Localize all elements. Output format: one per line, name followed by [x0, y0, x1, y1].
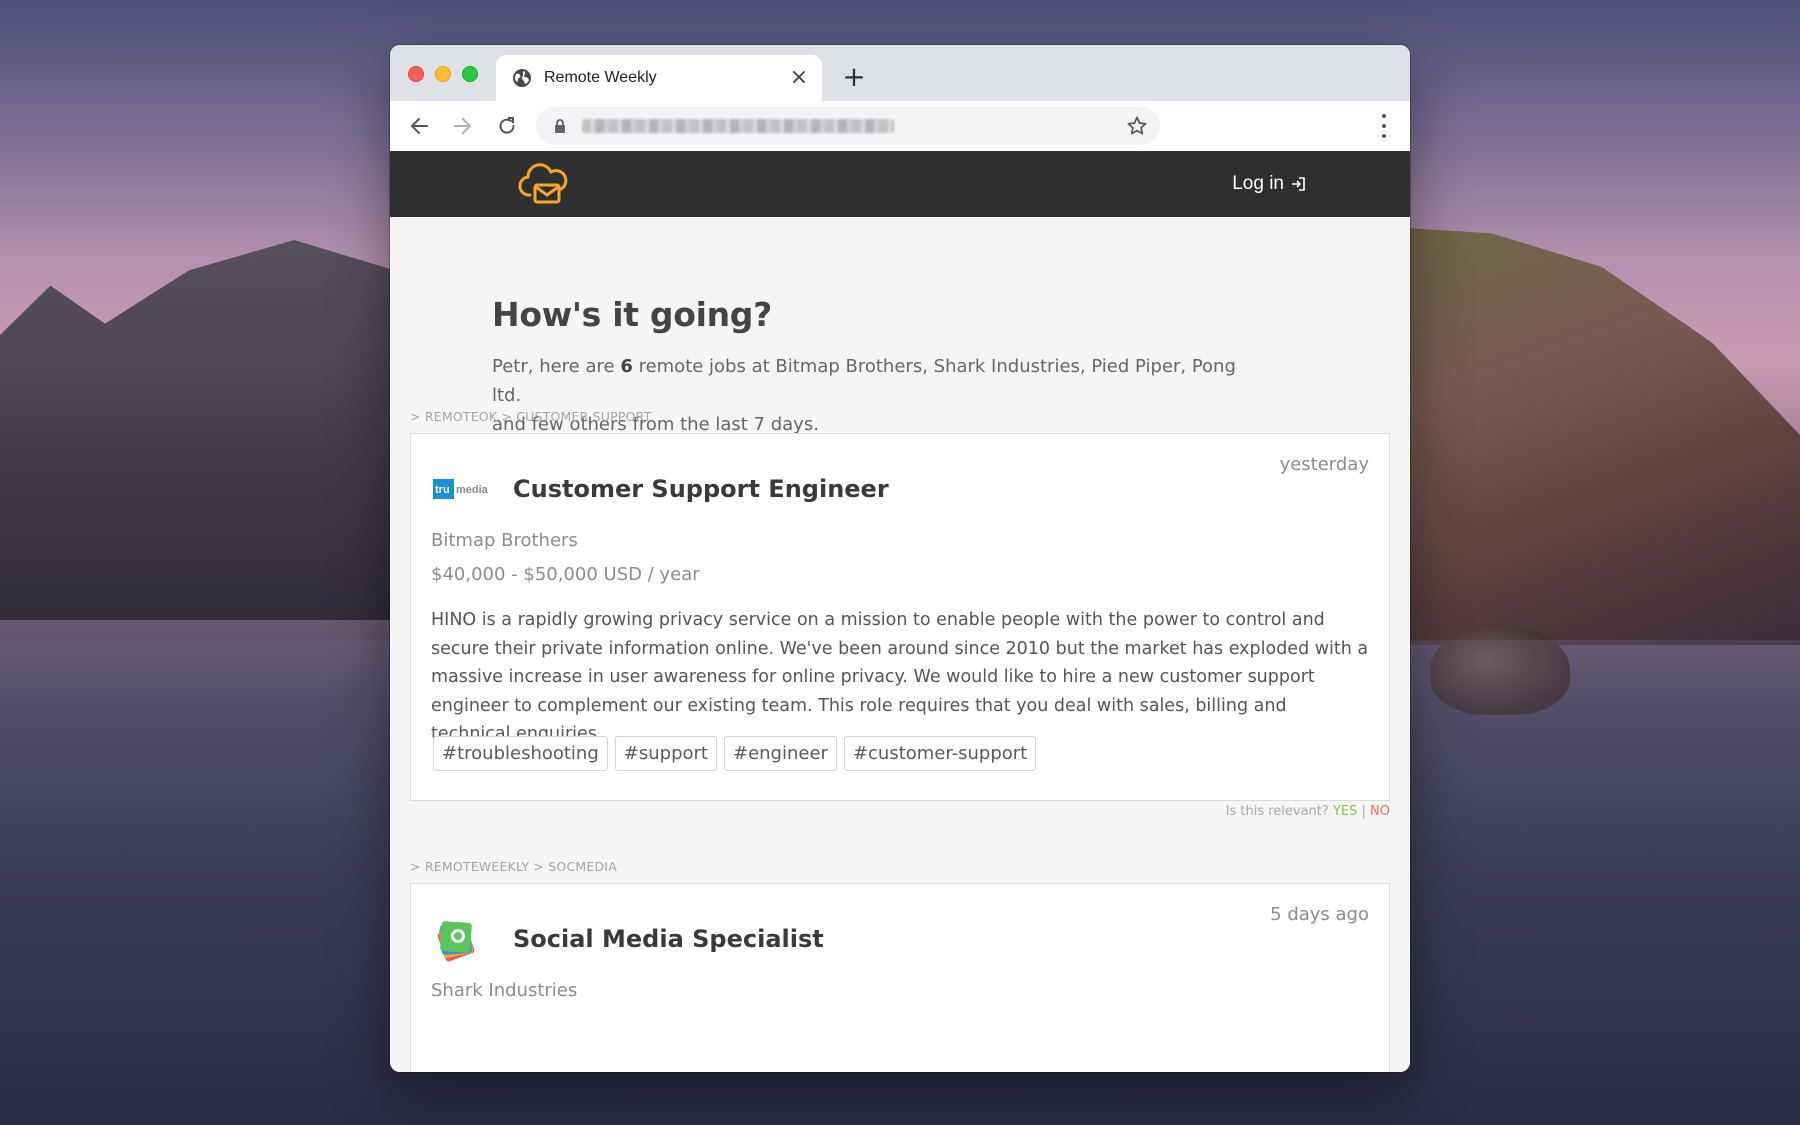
- stacked-cards-logo-icon: [437, 921, 475, 962]
- company-logo: [431, 914, 493, 964]
- relevant-no-link[interactable]: NO: [1370, 804, 1390, 819]
- browser-tab[interactable]: Remote Weekly ×: [496, 55, 822, 101]
- zoom-window-button[interactable]: [462, 66, 478, 82]
- close-window-button[interactable]: [408, 66, 424, 82]
- intro-text: Petr, here are 6 remote jobs at Bitmap B…: [492, 352, 1252, 439]
- job-breadcrumb[interactable]: > REMOTEOK > CUSTOMER SUPPORT: [410, 409, 651, 424]
- minimize-window-button[interactable]: [435, 66, 451, 82]
- login-icon: [1292, 177, 1305, 191]
- desktop-hills-left: [0, 240, 420, 620]
- relevance-question: Is this relevant?: [1225, 804, 1329, 819]
- reload-icon[interactable]: [494, 113, 520, 139]
- posted-time: yesterday: [1279, 454, 1369, 475]
- tag-list: #troubleshooting #support #engineer #cus…: [433, 736, 1037, 771]
- tag[interactable]: #customer-support: [843, 736, 1037, 771]
- desktop-rock: [1430, 625, 1570, 715]
- job-breadcrumb[interactable]: > REMOTEWEEKLY > SOCMEDIA: [410, 859, 617, 874]
- company-name: Bitmap Brothers: [431, 530, 578, 551]
- web-page: Log in How's it going? Petr, here are 6 …: [390, 151, 1410, 1072]
- tag[interactable]: #support: [614, 736, 717, 771]
- lock-icon: [555, 119, 565, 133]
- page-title: How's it going?: [492, 295, 772, 334]
- hero-section: How's it going? Petr, here are 6 remote …: [390, 217, 1410, 439]
- back-arrow-icon[interactable]: [406, 113, 432, 139]
- job-title[interactable]: Social Media Specialist: [513, 925, 824, 953]
- login-link[interactable]: Log in: [1232, 173, 1306, 195]
- tag[interactable]: #engineer: [723, 736, 837, 771]
- browser-toolbar: [390, 101, 1410, 152]
- browser-window: Remote Weekly × + Log in How's it going?…: [390, 45, 1410, 1072]
- job-card[interactable]: yesterday tru media Customer Support Eng…: [410, 433, 1390, 801]
- company-logo: tru media: [431, 464, 493, 514]
- address-bar[interactable]: [536, 107, 1160, 145]
- login-label: Log in: [1232, 173, 1284, 194]
- intro-prefix: Petr, here are: [492, 356, 621, 377]
- close-tab-icon[interactable]: ×: [788, 67, 810, 89]
- tab-strip: Remote Weekly × +: [390, 45, 1410, 101]
- desktop-cliff-right: [1360, 225, 1800, 645]
- company-name: Shark Industries: [431, 980, 578, 1001]
- job-header: tru media Customer Support Engineer: [431, 464, 889, 514]
- job-description: HINO is a rapidly growing privacy servic…: [431, 610, 1369, 744]
- tab-title: Remote Weekly: [544, 69, 657, 86]
- relevance-feedback: Is this relevant? YES | NO: [1226, 804, 1390, 819]
- job-card[interactable]: 5 days ago Social Media Specialist Shark…: [410, 883, 1390, 1072]
- bookmark-star-icon[interactable]: [1126, 115, 1148, 137]
- forward-arrow-icon[interactable]: [450, 113, 476, 139]
- relevance-separator: |: [1361, 804, 1366, 819]
- cloud-mail-logo-icon[interactable]: [518, 161, 568, 207]
- new-tab-button[interactable]: +: [840, 63, 868, 91]
- globe-icon: [513, 69, 531, 87]
- relevant-yes-link[interactable]: YES: [1333, 804, 1357, 819]
- job-title[interactable]: Customer Support Engineer: [513, 475, 889, 503]
- logo-text-a: tru: [435, 484, 450, 496]
- url-text: [582, 119, 894, 133]
- site-header: Log in: [390, 151, 1410, 217]
- window-controls: [408, 66, 478, 82]
- salary: $40,000 - $50,000 USD / year: [431, 564, 700, 585]
- trumedia-logo-icon: tru media: [433, 479, 489, 499]
- job-count: 6: [620, 356, 633, 377]
- browser-menu-icon[interactable]: [1374, 114, 1394, 138]
- posted-time: 5 days ago: [1270, 904, 1369, 925]
- tag[interactable]: #troubleshooting: [433, 736, 608, 771]
- job-header: Social Media Specialist: [431, 914, 824, 964]
- logo-text-b: media: [456, 484, 489, 496]
